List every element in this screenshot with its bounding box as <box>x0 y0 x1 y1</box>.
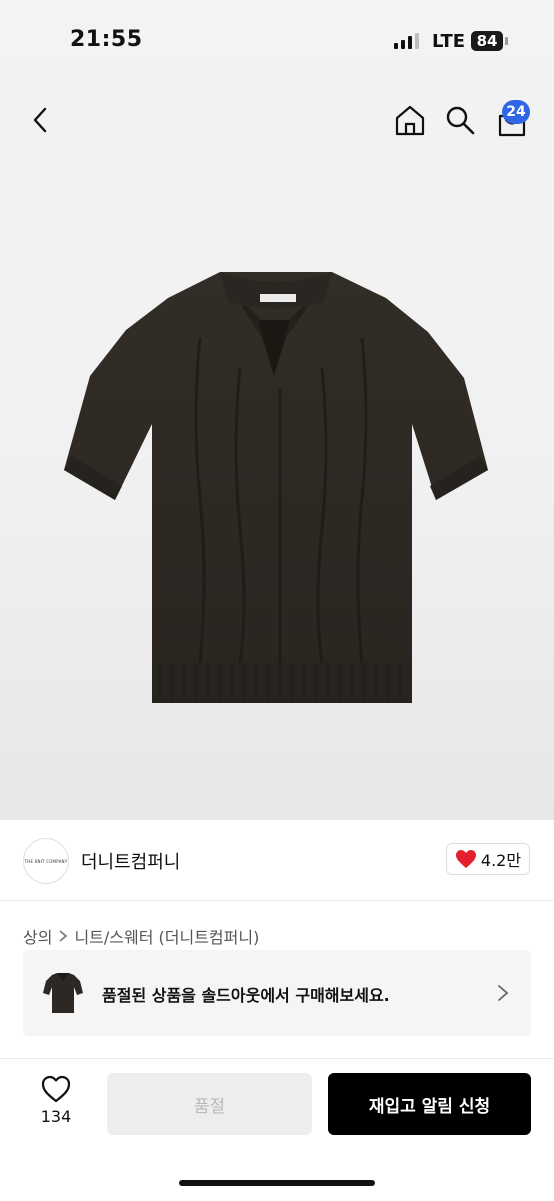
brand-name[interactable]: 더니트컴퍼니 <box>81 848 180 874</box>
chevron-right-icon <box>498 985 509 1001</box>
home-button[interactable] <box>392 102 428 138</box>
chevron-right-icon <box>59 930 68 942</box>
breadcrumb-item-category[interactable]: 니트/스웨터 (더니트컴퍼니) <box>74 924 259 948</box>
signal-icon <box>394 33 419 49</box>
cart-count-badge: 24 <box>502 100 530 124</box>
soldout-button: 품절 <box>107 1073 312 1135</box>
soldout-product-thumbnail <box>43 973 83 1013</box>
heart-filled-icon <box>455 850 476 868</box>
search-icon <box>446 106 475 135</box>
home-icon <box>395 105 425 136</box>
like-count: 4.2만 <box>480 851 522 870</box>
divider <box>0 900 554 901</box>
network-type: LTE <box>432 31 466 52</box>
wishlist-count: 134 <box>40 1107 72 1126</box>
chevron-left-icon <box>33 107 47 133</box>
home-indicator <box>179 1180 375 1186</box>
heart-outline-icon <box>41 1075 71 1103</box>
search-button[interactable] <box>442 102 478 138</box>
status-time: 21:55 <box>70 27 143 52</box>
brand-like-button[interactable]: 4.2만 <box>446 843 530 875</box>
breadcrumb: 상의 니트/스웨터 (더니트컴퍼니) <box>23 924 259 948</box>
battery-tip <box>505 37 508 45</box>
restock-alert-button[interactable]: 재입고 알림 신청 <box>328 1073 531 1135</box>
brand-logo[interactable]: THE KNIT COMPANY <box>23 838 69 884</box>
battery-icon: 84 <box>471 31 503 51</box>
back-button[interactable] <box>22 102 58 138</box>
wishlist-button[interactable]: 134 <box>36 1075 76 1126</box>
sweater-image <box>64 272 488 703</box>
breadcrumb-item-top[interactable]: 상의 <box>23 924 52 948</box>
soldout-banner-text: 품절된 상품을 솔드아웃에서 구매해보세요. <box>102 986 390 1005</box>
